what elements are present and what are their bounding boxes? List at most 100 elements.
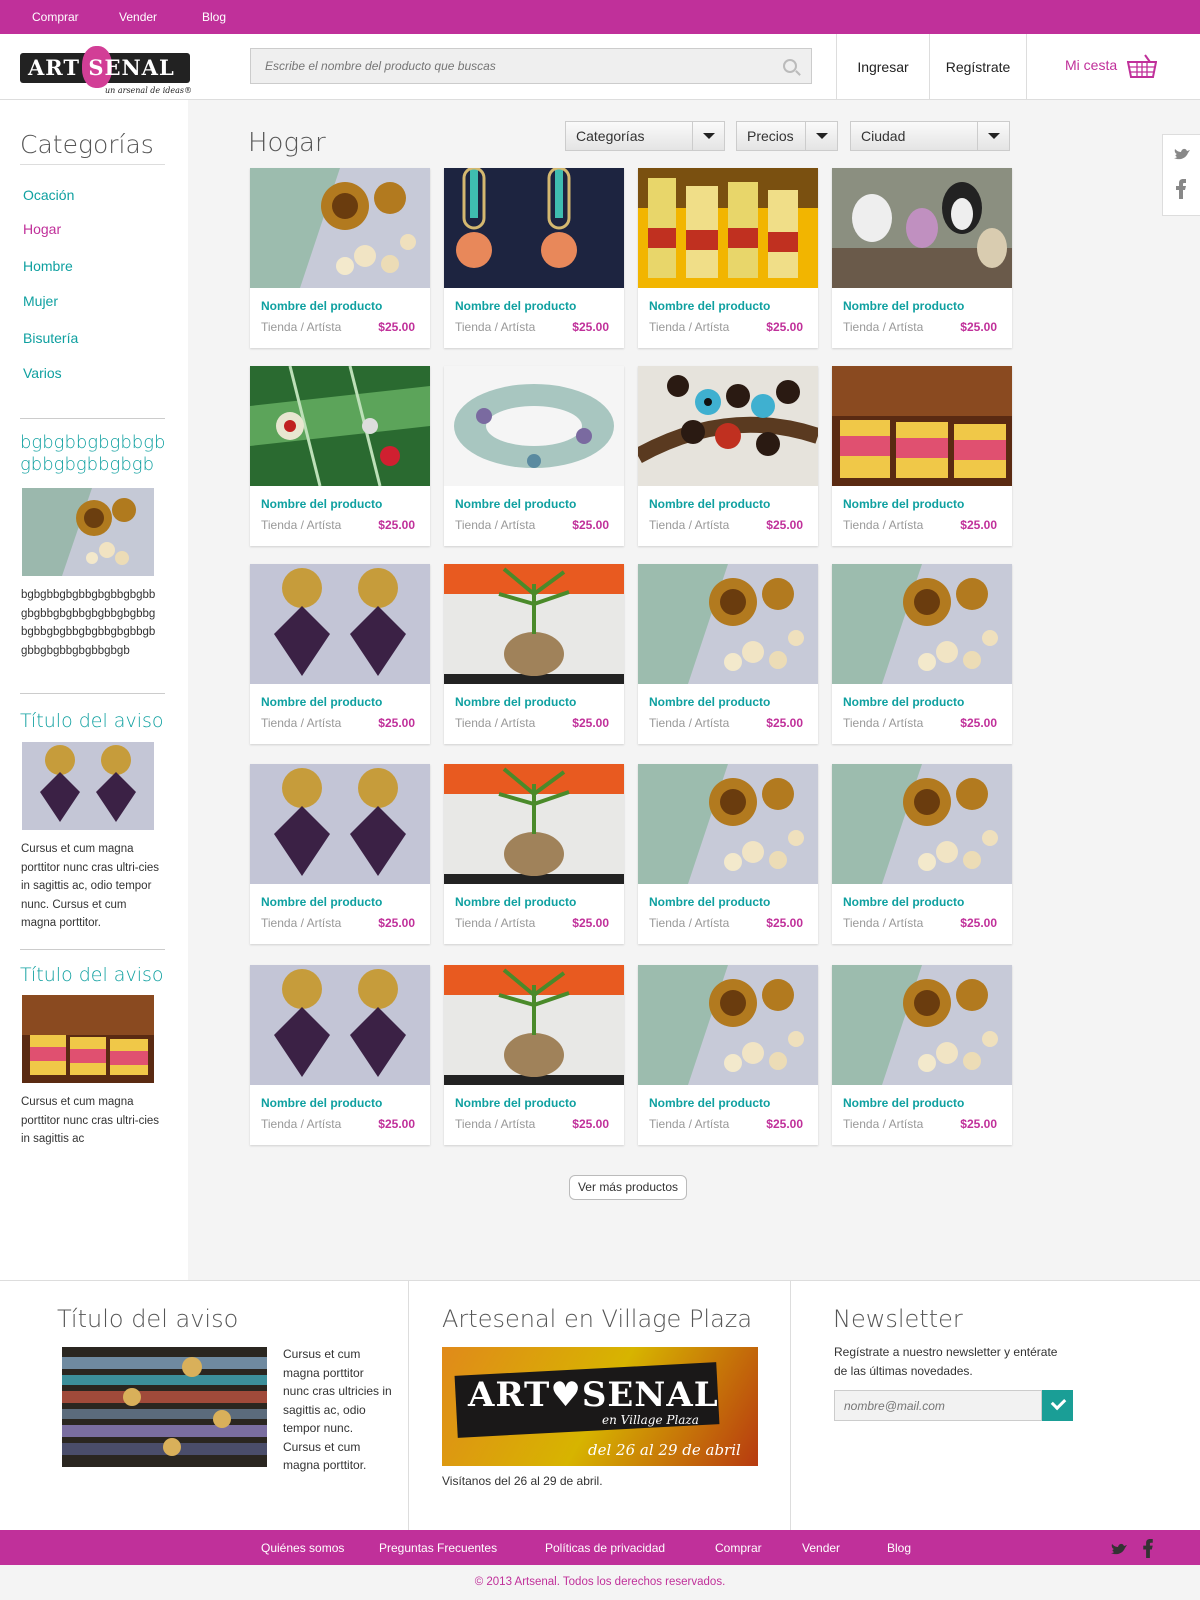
product-image[interactable] [638, 965, 818, 1085]
product-card[interactable]: Nombre del producto Tienda / Artísta $25.0… [832, 366, 1012, 546]
product-name[interactable]: Nombre del producto [843, 695, 964, 709]
product-store[interactable]: Tienda / Artísta [455, 716, 535, 730]
product-store[interactable]: Tienda / Artísta [261, 320, 341, 334]
product-store[interactable]: Tienda / Artísta [843, 518, 923, 532]
category-hombre[interactable]: Hombre [23, 258, 73, 274]
login-button[interactable]: Ingresar [836, 34, 929, 100]
search-input[interactable] [251, 49, 811, 83]
product-card[interactable]: Nombre del producto Tienda / Artísta $25.0… [638, 965, 818, 1145]
product-card[interactable]: Nombre del producto Tienda / Artísta $25.0… [250, 168, 430, 348]
product-store[interactable]: Tienda / Artísta [261, 1117, 341, 1131]
footer-link-quienes-somos[interactable]: Quiénes somos [261, 1541, 344, 1555]
product-name[interactable]: Nombre del producto [455, 497, 576, 511]
product-name[interactable]: Nombre del producto [649, 1096, 770, 1110]
product-card[interactable]: Nombre del producto Tienda / Artísta $25.0… [832, 764, 1012, 944]
product-image[interactable] [832, 564, 1012, 684]
product-image[interactable] [832, 366, 1012, 486]
category-hogar[interactable]: Hogar [23, 221, 61, 237]
event-banner[interactable]: ART♥SENAL en Village Plaza del 26 al 29 … [442, 1347, 758, 1466]
product-card[interactable]: Nombre del producto Tienda / Artísta $25.0… [444, 564, 624, 744]
product-store[interactable]: Tienda / Artísta [843, 1117, 923, 1131]
product-card[interactable]: Nombre del producto Tienda / Artísta $25.0… [444, 168, 624, 348]
check-icon[interactable] [1042, 1390, 1073, 1421]
product-image[interactable] [444, 764, 624, 884]
category-varios[interactable]: Varios [23, 365, 62, 381]
load-more-button[interactable]: Ver más productos [569, 1175, 687, 1200]
category-ocacion[interactable]: Ocación [23, 187, 74, 203]
product-card[interactable]: Nombre del producto Tienda / Artísta $25.0… [444, 965, 624, 1145]
product-card[interactable]: Nombre del producto Tienda / Artísta $25.0… [250, 764, 430, 944]
product-name[interactable]: Nombre del producto [843, 895, 964, 909]
product-name[interactable]: Nombre del producto [843, 1096, 964, 1110]
product-name[interactable]: Nombre del producto [455, 895, 576, 909]
filter-categorias[interactable]: Categorías [565, 121, 725, 151]
product-name[interactable]: Nombre del producto [455, 695, 576, 709]
product-image[interactable] [444, 168, 624, 288]
search-icon[interactable] [783, 59, 797, 73]
product-image[interactable] [444, 965, 624, 1085]
site-logo[interactable]: ART SENAL un arsenal de ideas® [20, 40, 200, 96]
product-name[interactable]: Nombre del producto [843, 299, 964, 313]
product-image[interactable] [832, 965, 1012, 1085]
product-image[interactable] [832, 168, 1012, 288]
product-store[interactable]: Tienda / Artísta [261, 716, 341, 730]
product-name[interactable]: Nombre del producto [649, 497, 770, 511]
footer-link-blog[interactable]: Blog [887, 1541, 911, 1555]
twitter-icon[interactable] [1110, 1542, 1128, 1556]
newsletter-email-input[interactable] [835, 1391, 1041, 1420]
promo3-image[interactable] [22, 995, 154, 1083]
promo1-image[interactable] [22, 488, 154, 576]
product-store[interactable]: Tienda / Artísta [455, 1117, 535, 1131]
product-card[interactable]: Nombre del producto Tienda / Artísta $25.0… [638, 366, 818, 546]
product-card[interactable]: Nombre del producto Tienda / Artísta $25.0… [638, 764, 818, 944]
product-name[interactable]: Nombre del producto [649, 299, 770, 313]
product-name[interactable]: Nombre del producto [649, 895, 770, 909]
register-button[interactable]: Regístrate [929, 34, 1026, 100]
product-image[interactable] [832, 764, 1012, 884]
facebook-icon[interactable] [1143, 1539, 1153, 1558]
product-store[interactable]: Tienda / Artísta [455, 916, 535, 930]
footer-link-preguntas[interactable]: Preguntas Frecuentes [379, 1541, 497, 1555]
nav-vender[interactable]: Vender [119, 10, 157, 24]
product-card[interactable]: Nombre del producto Tienda / Artísta $25.0… [832, 168, 1012, 348]
product-store[interactable]: Tienda / Artísta [455, 320, 535, 334]
product-name[interactable]: Nombre del producto [261, 1096, 382, 1110]
nav-comprar[interactable]: Comprar [32, 10, 79, 24]
product-store[interactable]: Tienda / Artísta [843, 716, 923, 730]
product-store[interactable]: Tienda / Artísta [261, 916, 341, 930]
product-image[interactable] [444, 564, 624, 684]
product-card[interactable]: Nombre del producto Tienda / Artísta $25.0… [250, 564, 430, 744]
product-name[interactable]: Nombre del producto [455, 1096, 576, 1110]
product-card[interactable]: Nombre del producto Tienda / Artísta $25.0… [250, 366, 430, 546]
product-store[interactable]: Tienda / Artísta [649, 916, 729, 930]
product-image[interactable] [250, 965, 430, 1085]
product-name[interactable]: Nombre del producto [261, 497, 382, 511]
product-card[interactable]: Nombre del producto Tienda / Artísta $25.0… [638, 168, 818, 348]
nav-blog[interactable]: Blog [202, 10, 226, 24]
product-store[interactable]: Tienda / Artísta [843, 320, 923, 334]
product-name[interactable]: Nombre del producto [649, 695, 770, 709]
product-card[interactable]: Nombre del producto Tienda / Artísta $25.0… [444, 366, 624, 546]
product-store[interactable]: Tienda / Artísta [649, 1117, 729, 1131]
product-image[interactable] [250, 366, 430, 486]
product-store[interactable]: Tienda / Artísta [649, 320, 729, 334]
product-store[interactable]: Tienda / Artísta [261, 518, 341, 532]
filter-precios[interactable]: Precios [736, 121, 838, 151]
product-card[interactable]: Nombre del producto Tienda / Artísta $25.0… [832, 564, 1012, 744]
footer-link-privacidad[interactable]: Políticas de privacidad [545, 1541, 665, 1555]
product-image[interactable] [250, 168, 430, 288]
product-image[interactable] [638, 366, 818, 486]
cart-button[interactable]: Mi cesta [1026, 34, 1200, 100]
filter-ciudad[interactable]: Ciudad [850, 121, 1010, 151]
product-name[interactable]: Nombre del producto [261, 299, 382, 313]
product-name[interactable]: Nombre del producto [455, 299, 576, 313]
product-card[interactable]: Nombre del producto Tienda / Artísta $25.0… [638, 564, 818, 744]
product-name[interactable]: Nombre del producto [843, 497, 964, 511]
category-bisuteria[interactable]: Bisutería [23, 330, 78, 346]
product-card[interactable]: Nombre del producto Tienda / Artísta $25.0… [250, 965, 430, 1145]
product-image[interactable] [638, 168, 818, 288]
product-name[interactable]: Nombre del producto [261, 895, 382, 909]
product-card[interactable]: Nombre del producto Tienda / Artísta $25.0… [444, 764, 624, 944]
product-image[interactable] [250, 564, 430, 684]
product-card[interactable]: Nombre del producto Tienda / Artísta $25.0… [832, 965, 1012, 1145]
